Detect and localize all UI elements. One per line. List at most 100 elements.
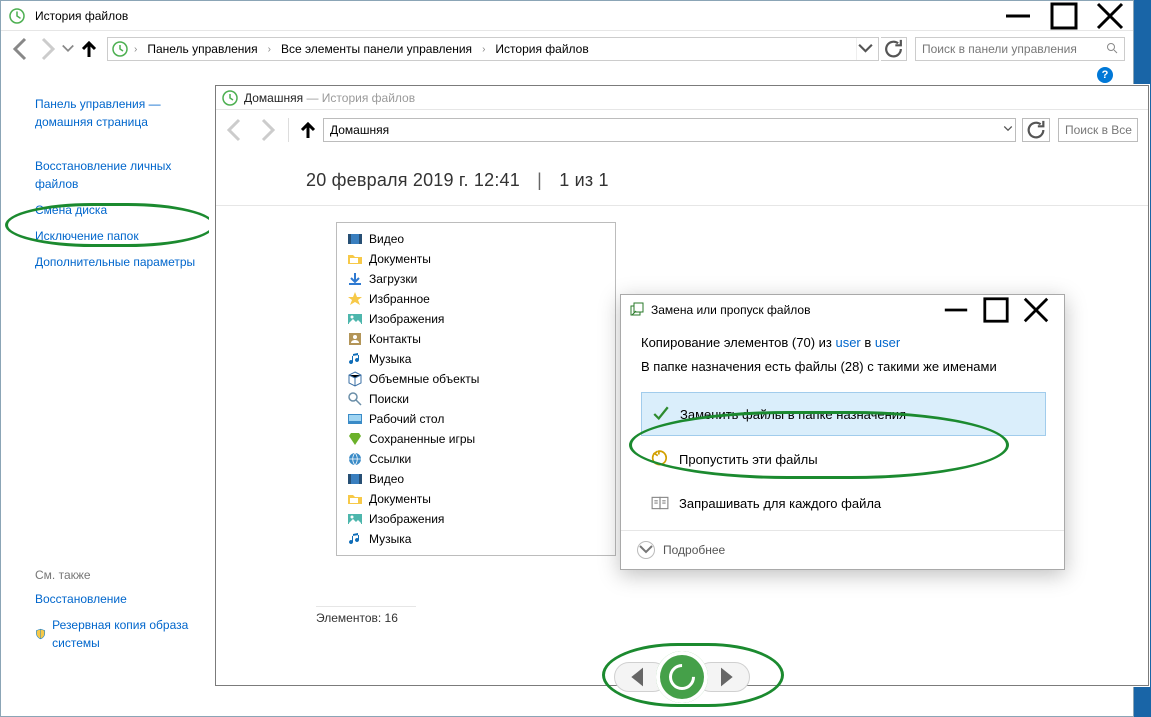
nav-up-button[interactable] (77, 37, 101, 61)
see-also-recovery[interactable]: Восстановление (1, 586, 209, 612)
folder-item[interactable]: Музыка (337, 349, 615, 369)
folder-item[interactable]: Документы (337, 249, 615, 269)
address-dropdown[interactable] (856, 38, 874, 60)
sidebar-link-change-drive[interactable]: Смена диска (1, 197, 209, 223)
outer-maximize-button[interactable] (1041, 1, 1087, 31)
see-also-header: См. также (1, 564, 209, 586)
version-player (614, 651, 750, 703)
nav-forward-button[interactable] (35, 37, 59, 61)
sidebar-link-restore-files[interactable]: Восстановление личных файлов (1, 153, 209, 197)
chevron-down-icon[interactable] (1003, 123, 1013, 137)
breadcrumb-2[interactable]: История файлов (491, 42, 592, 56)
folder-label: Изображения (369, 512, 444, 526)
star-icon (347, 291, 363, 307)
folder-item[interactable]: Сохраненные игры (337, 429, 615, 449)
music-icon (347, 351, 363, 367)
file-history-app-icon (9, 8, 25, 24)
more-details-label[interactable]: Подробнее (663, 543, 725, 557)
help-row: ? (1, 67, 1133, 85)
inner-title-bar: Домашняя — История файлов (216, 86, 1148, 110)
see-also-system-image-label: Резервная копия образа системы (52, 616, 201, 652)
music-icon (347, 531, 363, 547)
folder-icon (347, 491, 363, 507)
skip-arrow-icon (651, 450, 669, 468)
separator: | (537, 170, 542, 190)
folder-item[interactable]: Видео (337, 469, 615, 489)
pictures-icon (347, 511, 363, 527)
folder-item[interactable]: Объемные объекты (337, 369, 615, 389)
sidebar-home-link[interactable]: Панель управления — домашняя страница (1, 91, 209, 135)
inner-forward-button[interactable] (252, 118, 282, 142)
restore-button[interactable] (656, 651, 708, 703)
shield-icon (35, 627, 46, 641)
option-decide[interactable]: Запрашивать для каждого файла (641, 482, 1046, 524)
links-icon (347, 451, 363, 467)
folder-item[interactable]: Видео (337, 229, 615, 249)
dialog-minimize-button[interactable] (936, 296, 976, 324)
help-icon[interactable]: ? (1097, 67, 1113, 83)
dialog-title-bar: Замена или пропуск файлов (621, 295, 1064, 325)
contacts-icon (347, 331, 363, 347)
folder-item[interactable]: Контакты (337, 329, 615, 349)
chevron-right-icon: › (266, 44, 273, 55)
folder-item[interactable]: Музыка (337, 529, 615, 549)
outer-refresh-button[interactable] (881, 37, 907, 61)
outer-minimize-button[interactable] (995, 1, 1041, 31)
option-replace[interactable]: Заменить файлы в папке назначения (641, 392, 1046, 436)
folder-item[interactable]: Загрузки (337, 269, 615, 289)
inner-search-input[interactable]: Поиск в Все (1058, 118, 1138, 142)
sidebar-link-exclude-folders[interactable]: Исключение папок (1, 223, 209, 249)
expand-details-button[interactable] (637, 541, 655, 559)
inner-title-sub: История файлов (322, 91, 415, 105)
option-skip-label: Пропустить эти файлы (679, 452, 818, 467)
savedgames-icon (347, 431, 363, 447)
nav-back-button[interactable] (9, 37, 33, 61)
folder-label: Поиски (369, 392, 409, 406)
folder-label: Музыка (369, 532, 411, 546)
inner-path-input[interactable]: Домашняя (323, 118, 1016, 142)
copy-files-icon (629, 302, 645, 318)
copying-from-link[interactable]: user (835, 335, 860, 350)
see-also-section: См. также Восстановление Резервная копия… (1, 564, 209, 656)
outer-search-input[interactable]: Поиск в панели управления (915, 37, 1125, 61)
outer-title-bar: История файлов (1, 1, 1133, 31)
nav-recent-dropdown[interactable] (61, 37, 75, 61)
checkmark-icon (652, 405, 670, 423)
outer-address-bar[interactable]: › Панель управления › Все элементы панел… (107, 37, 879, 61)
dialog-maximize-button[interactable] (976, 296, 1016, 324)
folder-item[interactable]: Изображения (337, 509, 615, 529)
video-icon (347, 231, 363, 247)
option-decide-label: Запрашивать для каждого файла (679, 496, 881, 511)
chevron-right-icon: › (480, 44, 487, 55)
inner-up-button[interactable] (295, 118, 321, 142)
folder-item[interactable]: Изображения (337, 309, 615, 329)
dialog-close-button[interactable] (1016, 296, 1056, 324)
inner-search-placeholder: Поиск в Все (1065, 123, 1132, 137)
option-replace-label: Заменить файлы в папке назначения (680, 407, 906, 422)
folder-item[interactable]: Поиски (337, 389, 615, 409)
folder-label: Изображения (369, 312, 444, 326)
pictures-icon (347, 311, 363, 327)
search-placeholder: Поиск в панели управления (922, 42, 1077, 56)
copying-status: Копирование элементов (70) из user в use… (641, 335, 1046, 350)
breadcrumb-1[interactable]: Все элементы панели управления (277, 42, 476, 56)
folder-list: ВидеоДокументыЗагрузкиИзбранноеИзображен… (336, 222, 616, 556)
option-skip[interactable]: Пропустить эти файлы (641, 438, 1046, 480)
outer-close-button[interactable] (1087, 1, 1133, 31)
inner-refresh-button[interactable] (1022, 118, 1050, 142)
file-history-app-icon (222, 90, 238, 106)
folder-item[interactable]: Ссылки (337, 449, 615, 469)
folder-item[interactable]: Документы (337, 489, 615, 509)
inner-back-button[interactable] (220, 118, 250, 142)
see-also-system-image[interactable]: Резервная копия образа системы (1, 612, 209, 656)
folder-label: Музыка (369, 352, 411, 366)
folder-label: Ссылки (369, 452, 411, 466)
breadcrumb-0[interactable]: Панель управления (143, 42, 261, 56)
snapshot-date: 20 февраля 2019 г. 12:41 (306, 170, 520, 190)
folder-item[interactable]: Рабочий стол (337, 409, 615, 429)
copying-to-link[interactable]: user (875, 335, 900, 350)
folder-item[interactable]: Избранное (337, 289, 615, 309)
sidebar-link-advanced[interactable]: Дополнительные параметры (1, 249, 209, 275)
copying-mid: в (861, 335, 875, 350)
copying-prefix: Копирование элементов (70) из (641, 335, 835, 350)
